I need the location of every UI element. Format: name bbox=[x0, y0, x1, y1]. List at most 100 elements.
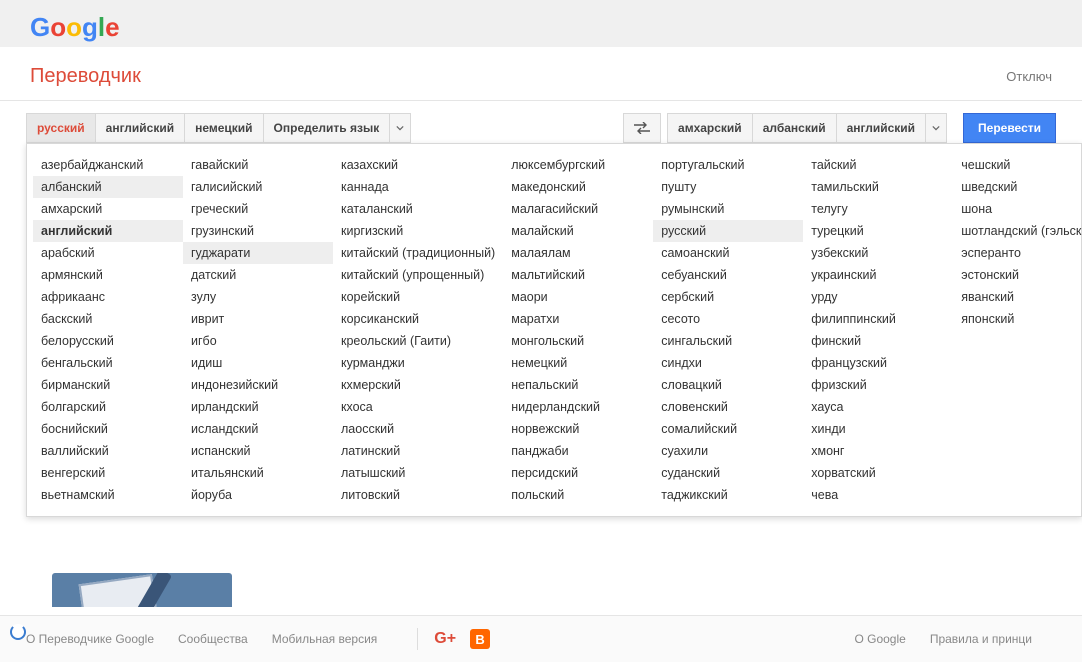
lang-option[interactable]: сингальский bbox=[653, 330, 803, 352]
lang-option[interactable]: сесото bbox=[653, 308, 803, 330]
lang-option[interactable]: корейский bbox=[333, 286, 503, 308]
lang-option[interactable]: тамильский bbox=[803, 176, 953, 198]
footer-about-translate[interactable]: О Переводчике Google bbox=[26, 632, 154, 646]
lang-option[interactable]: яванский bbox=[953, 286, 1082, 308]
top-right-link[interactable]: Отключ bbox=[1006, 69, 1052, 84]
lang-option[interactable]: португальский bbox=[653, 154, 803, 176]
lang-option[interactable]: сомалийский bbox=[653, 418, 803, 440]
google-logo[interactable]: Google bbox=[30, 12, 120, 42]
lang-option[interactable]: малагасийский bbox=[503, 198, 653, 220]
lang-option[interactable]: белорусский bbox=[33, 330, 183, 352]
lang-option[interactable]: болгарский bbox=[33, 396, 183, 418]
footer-mobile[interactable]: Мобильная версия bbox=[272, 632, 378, 646]
footer-policies[interactable]: Правила и принци bbox=[930, 632, 1032, 646]
lang-option[interactable]: японский bbox=[953, 308, 1082, 330]
lang-option[interactable]: эсперанто bbox=[953, 242, 1082, 264]
target-tab-1[interactable]: албанский bbox=[753, 113, 837, 143]
lang-option[interactable]: иврит bbox=[183, 308, 333, 330]
lang-option[interactable]: валлийский bbox=[33, 440, 183, 462]
source-lang-dropdown-toggle[interactable] bbox=[390, 113, 411, 143]
footer-communities[interactable]: Сообщества bbox=[178, 632, 248, 646]
lang-option[interactable]: румынский bbox=[653, 198, 803, 220]
lang-option[interactable]: мальтийский bbox=[503, 264, 653, 286]
lang-option[interactable]: галисийский bbox=[183, 176, 333, 198]
lang-option[interactable]: пушту bbox=[653, 176, 803, 198]
lang-option[interactable]: кхмерский bbox=[333, 374, 503, 396]
lang-option[interactable]: норвежский bbox=[503, 418, 653, 440]
lang-option[interactable]: амхарский bbox=[33, 198, 183, 220]
lang-option[interactable]: эстонский bbox=[953, 264, 1082, 286]
lang-option[interactable]: чешский bbox=[953, 154, 1082, 176]
lang-option[interactable]: украинский bbox=[803, 264, 953, 286]
source-tab-2[interactable]: немецкий bbox=[185, 113, 263, 143]
lang-option[interactable]: английский bbox=[33, 220, 183, 242]
lang-option[interactable]: маратхи bbox=[503, 308, 653, 330]
lang-option[interactable]: гуджарати bbox=[183, 242, 333, 264]
lang-option[interactable]: китайский (традиционный) bbox=[333, 242, 503, 264]
lang-option[interactable]: нидерландский bbox=[503, 396, 653, 418]
lang-option[interactable]: урду bbox=[803, 286, 953, 308]
lang-option[interactable]: хауса bbox=[803, 396, 953, 418]
lang-option[interactable]: испанский bbox=[183, 440, 333, 462]
lang-option[interactable]: синдхи bbox=[653, 352, 803, 374]
footer-about-google[interactable]: О Google bbox=[854, 632, 905, 646]
lang-option[interactable]: киргизский bbox=[333, 220, 503, 242]
lang-option[interactable]: йоруба bbox=[183, 484, 333, 506]
lang-option[interactable]: монгольский bbox=[503, 330, 653, 352]
lang-option[interactable]: таджикский bbox=[653, 484, 803, 506]
lang-option[interactable]: арабский bbox=[33, 242, 183, 264]
lang-option[interactable]: фризский bbox=[803, 374, 953, 396]
lang-option[interactable]: турецкий bbox=[803, 220, 953, 242]
lang-option[interactable]: персидский bbox=[503, 462, 653, 484]
lang-option[interactable]: филиппинский bbox=[803, 308, 953, 330]
lang-option[interactable]: китайский (упрощенный) bbox=[333, 264, 503, 286]
translate-button[interactable]: Перевести bbox=[963, 113, 1056, 143]
lang-option[interactable]: зулу bbox=[183, 286, 333, 308]
target-lang-dropdown-toggle[interactable] bbox=[926, 113, 947, 143]
lang-option[interactable]: македонский bbox=[503, 176, 653, 198]
lang-option[interactable]: боснийский bbox=[33, 418, 183, 440]
lang-option[interactable]: бенгальский bbox=[33, 352, 183, 374]
lang-option[interactable]: баскский bbox=[33, 308, 183, 330]
lang-option[interactable]: малаялам bbox=[503, 242, 653, 264]
lang-option[interactable]: литовский bbox=[333, 484, 503, 506]
lang-option[interactable]: французский bbox=[803, 352, 953, 374]
lang-option[interactable]: курманджи bbox=[333, 352, 503, 374]
lang-option[interactable]: датский bbox=[183, 264, 333, 286]
lang-option[interactable]: непальский bbox=[503, 374, 653, 396]
lang-option[interactable]: итальянский bbox=[183, 462, 333, 484]
lang-option[interactable]: хмонг bbox=[803, 440, 953, 462]
blogger-icon[interactable]: B bbox=[470, 629, 490, 649]
google-plus-icon[interactable]: G+ bbox=[434, 630, 456, 648]
source-tab-detect[interactable]: Определить язык bbox=[264, 113, 391, 143]
lang-option[interactable]: гавайский bbox=[183, 154, 333, 176]
lang-option[interactable]: чева bbox=[803, 484, 953, 506]
lang-option[interactable]: игбо bbox=[183, 330, 333, 352]
lang-option[interactable]: азербайджанский bbox=[33, 154, 183, 176]
lang-option[interactable]: шотландский (гэльский) bbox=[953, 220, 1082, 242]
source-tab-1[interactable]: английский bbox=[96, 113, 185, 143]
lang-option[interactable]: сербский bbox=[653, 286, 803, 308]
lang-option[interactable]: узбекский bbox=[803, 242, 953, 264]
lang-option[interactable]: словенский bbox=[653, 396, 803, 418]
lang-option[interactable]: исландский bbox=[183, 418, 333, 440]
lang-option[interactable]: албанский bbox=[33, 176, 183, 198]
lang-option[interactable]: лаосский bbox=[333, 418, 503, 440]
lang-option[interactable]: африкаанс bbox=[33, 286, 183, 308]
lang-option[interactable]: греческий bbox=[183, 198, 333, 220]
lang-option[interactable]: корсиканский bbox=[333, 308, 503, 330]
source-tab-0[interactable]: русский bbox=[26, 113, 96, 143]
lang-option[interactable]: кхоса bbox=[333, 396, 503, 418]
lang-option[interactable]: самоанский bbox=[653, 242, 803, 264]
lang-option[interactable]: русский bbox=[653, 220, 803, 242]
lang-option[interactable]: идиш bbox=[183, 352, 333, 374]
lang-option[interactable]: тайский bbox=[803, 154, 953, 176]
target-tab-2[interactable]: английский bbox=[837, 113, 926, 143]
lang-option[interactable]: хинди bbox=[803, 418, 953, 440]
lang-option[interactable]: ирландский bbox=[183, 396, 333, 418]
lang-option[interactable]: финский bbox=[803, 330, 953, 352]
lang-option[interactable]: шведский bbox=[953, 176, 1082, 198]
lang-option[interactable]: хорватский bbox=[803, 462, 953, 484]
lang-option[interactable]: малайский bbox=[503, 220, 653, 242]
lang-option[interactable]: телугу bbox=[803, 198, 953, 220]
